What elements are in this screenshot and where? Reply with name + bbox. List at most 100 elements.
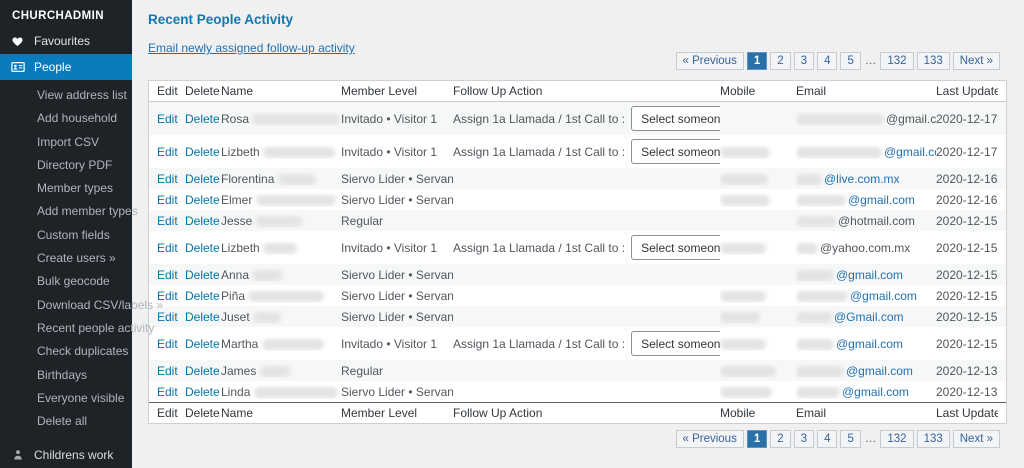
assign-select[interactable]: Select someone... — [631, 331, 720, 356]
email-link[interactable]: @gmail.com — [836, 268, 903, 282]
edit-link[interactable]: Edit — [157, 268, 178, 282]
submenu-item[interactable]: Recent people activity — [0, 317, 132, 340]
submenu-item[interactable]: Create users » — [0, 247, 132, 270]
page-button-133[interactable]: 133 — [917, 52, 950, 70]
email-link[interactable]: @gmail.com — [850, 289, 917, 303]
next-page-button[interactable]: Next » — [953, 430, 1000, 448]
edit-link[interactable]: Edit — [157, 337, 178, 351]
email-link[interactable]: @live.com.mx — [824, 172, 900, 186]
email-link[interactable]: @gmail.com — [884, 145, 936, 159]
submenu-item[interactable]: Bulk geocode — [0, 270, 132, 293]
last-updated-cell: 2020-12-15 — [936, 289, 998, 303]
table-body: Edit Delete Rosa Invitado • Visitor 1 As… — [149, 102, 1006, 402]
submenu-item[interactable]: Add household — [0, 107, 132, 130]
delete-link[interactable]: Delete — [185, 385, 220, 399]
email-link[interactable]: @hotmail.com — [838, 214, 915, 228]
page-button-2[interactable]: 2 — [770, 430, 790, 448]
header-mobile: Mobile — [720, 84, 796, 98]
delete-link[interactable]: Delete — [185, 193, 220, 207]
heart-icon — [10, 34, 25, 49]
page-button-2[interactable]: 2 — [770, 52, 790, 70]
delete-link[interactable]: Delete — [185, 214, 220, 228]
assign-select[interactable]: Select someone... — [631, 235, 720, 260]
submenu-item[interactable]: View address list — [0, 84, 132, 107]
person-icon — [10, 448, 25, 463]
edit-link[interactable]: Edit — [157, 241, 178, 255]
delete-link[interactable]: Delete — [185, 241, 220, 255]
table-row: Edit Delete Elmer Siervo Lider • Servant… — [149, 189, 1006, 210]
delete-link[interactable]: Delete — [185, 145, 220, 159]
edit-link[interactable]: Edit — [157, 364, 178, 378]
submenu-item[interactable]: Member types — [0, 177, 132, 200]
page-button-133[interactable]: 133 — [917, 430, 950, 448]
email-link[interactable]: @yahoo.com.mx — [820, 241, 910, 255]
page-button-5[interactable]: 5 — [840, 52, 860, 70]
member-level-cell: Invitado • Visitor 1 — [341, 145, 453, 159]
redacted-email-user — [796, 243, 818, 254]
submenu-item[interactable]: Delete all — [0, 410, 132, 433]
edit-link[interactable]: Edit — [157, 214, 178, 228]
page-button-4[interactable]: 4 — [817, 52, 837, 70]
prev-page-button[interactable]: « Previous — [676, 430, 744, 448]
assign-select[interactable]: Select someone... — [631, 106, 720, 131]
sidebar-item-childrens-work[interactable]: Childrens work — [0, 442, 132, 468]
page-button-132[interactable]: 132 — [880, 430, 913, 448]
edit-link[interactable]: Edit — [157, 193, 178, 207]
email-link[interactable]: @gmail.com — [836, 337, 903, 351]
last-updated-cell: 2020-12-17 — [936, 112, 998, 126]
submenu-item[interactable]: Directory PDF — [0, 154, 132, 177]
email-followup-link[interactable]: Email newly assigned follow-up activity — [148, 41, 355, 55]
last-updated-cell: 2020-12-16 — [936, 193, 998, 207]
edit-link[interactable]: Edit — [157, 172, 178, 186]
assign-select-value: Select someone... — [641, 241, 720, 255]
edit-link[interactable]: Edit — [157, 112, 178, 126]
sidebar-item-favourites[interactable]: Favourites — [0, 28, 132, 54]
redacted-email-user — [796, 147, 882, 158]
next-page-button[interactable]: Next » — [953, 52, 1000, 70]
submenu-item[interactable]: Custom fields — [0, 224, 132, 247]
edit-link[interactable]: Edit — [157, 385, 178, 399]
mobile-cell — [720, 241, 796, 255]
delete-link[interactable]: Delete — [185, 112, 220, 126]
edit-link[interactable]: Edit — [157, 145, 178, 159]
page-button-4[interactable]: 4 — [817, 430, 837, 448]
email-link[interactable]: @gmail.com — [848, 193, 915, 207]
prev-page-button[interactable]: « Previous — [676, 52, 744, 70]
footer-edit: Edit — [157, 406, 185, 420]
delete-link[interactable]: Delete — [185, 268, 220, 282]
delete-link[interactable]: Delete — [185, 364, 220, 378]
last-updated-cell: 2020-12-13 — [936, 364, 998, 378]
email-link[interactable]: @gmail.com — [842, 385, 909, 399]
submenu-item[interactable]: Download CSV/labels » — [0, 294, 132, 317]
page-button-132[interactable]: 132 — [880, 52, 913, 70]
email-link[interactable]: @gmail.com — [886, 112, 936, 126]
delete-link[interactable]: Delete — [185, 310, 220, 324]
assign-call-label: Assign 1a Llamada / 1st Call to : — [453, 112, 625, 126]
assign-select[interactable]: Select someone... — [631, 139, 720, 164]
page-button-1[interactable]: 1 — [747, 52, 767, 70]
page-button-3[interactable]: 3 — [794, 52, 814, 70]
delete-link[interactable]: Delete — [185, 172, 220, 186]
redacted-mobile — [720, 291, 766, 302]
delete-link[interactable]: Delete — [185, 337, 220, 351]
name-cell: Juset — [221, 310, 341, 324]
submenu-item[interactable]: Import CSV — [0, 131, 132, 154]
redacted-email-user — [796, 114, 884, 125]
name-cell: Lizbeth — [221, 241, 341, 255]
email-link[interactable]: @Gmail.com — [834, 310, 904, 324]
page-button-5[interactable]: 5 — [840, 430, 860, 448]
submenu-item[interactable]: Check duplicates — [0, 340, 132, 363]
people-icon — [10, 60, 25, 75]
page-title: Recent People Activity — [148, 12, 293, 27]
submenu-item[interactable]: Add member types — [0, 200, 132, 223]
redacted-name — [278, 174, 316, 185]
submenu-item[interactable]: Everyone visible — [0, 387, 132, 410]
submenu-item[interactable]: Birthdays — [0, 364, 132, 387]
page-button-1[interactable]: 1 — [747, 430, 767, 448]
email-cell: @gmail.com — [796, 337, 936, 351]
email-cell: @gmail.com — [796, 385, 936, 399]
sidebar-item-people[interactable]: People — [0, 54, 132, 80]
page-button-3[interactable]: 3 — [794, 430, 814, 448]
delete-link[interactable]: Delete — [185, 289, 220, 303]
email-link[interactable]: @gmail.com — [846, 364, 913, 378]
